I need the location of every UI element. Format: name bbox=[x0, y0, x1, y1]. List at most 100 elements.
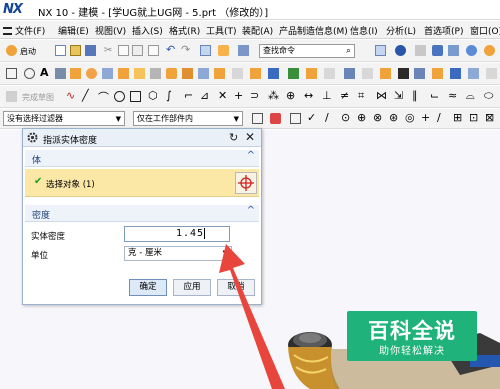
menu-window[interactable]: 窗口(O) bbox=[470, 24, 500, 37]
select-object-button[interactable] bbox=[235, 172, 257, 194]
rapid-dimension-icon[interactable]: ↔ bbox=[304, 89, 315, 102]
redo-icon[interactable]: ↷ bbox=[181, 43, 192, 56]
constraint-icon[interactable]: ⊥ bbox=[322, 89, 333, 102]
window-icon[interactable] bbox=[200, 45, 211, 56]
sew-icon[interactable] bbox=[450, 68, 461, 79]
corner-icon[interactable]: ⌙ bbox=[430, 89, 441, 102]
loft-icon[interactable] bbox=[380, 68, 391, 79]
chevron-up-icon[interactable]: ^ bbox=[247, 150, 255, 161]
trim-sketch-icon[interactable]: ✕ bbox=[218, 89, 229, 102]
command-search-input[interactable]: 查找命令 ⌕ bbox=[259, 44, 355, 58]
snap-point-icon[interactable] bbox=[270, 113, 281, 124]
point-sketch-icon[interactable]: + bbox=[234, 89, 245, 102]
cancel-button[interactable]: 取消 bbox=[217, 279, 255, 296]
mirror-curve-icon[interactable]: ⊕ bbox=[286, 89, 297, 102]
finish-sketch-button[interactable]: 完成草图 bbox=[22, 92, 54, 103]
line-icon[interactable]: ╱ bbox=[82, 89, 93, 102]
snap-icon[interactable] bbox=[484, 45, 495, 56]
chamfer-sketch-icon[interactable]: ⊿ bbox=[200, 89, 211, 102]
pattern-icon[interactable] bbox=[324, 68, 335, 79]
density-input[interactable]: 1.45 bbox=[124, 226, 230, 242]
fillet-icon[interactable]: ⌐ bbox=[184, 89, 195, 102]
bounded-grid-icon[interactable]: ⊡ bbox=[469, 111, 480, 124]
more-icon[interactable] bbox=[486, 68, 497, 79]
unit-select[interactable]: 克 - 厘米 ▼ bbox=[124, 246, 232, 261]
emboss-icon[interactable] bbox=[432, 68, 443, 79]
edge-blend-icon[interactable] bbox=[250, 68, 261, 79]
studio-spline-icon[interactable]: ∫ bbox=[166, 89, 177, 102]
subtract-icon[interactable] bbox=[182, 68, 193, 79]
arc-center-icon[interactable]: ⊛ bbox=[389, 111, 400, 124]
select-object-row[interactable]: ✔ 选择对象 (1) bbox=[25, 169, 259, 197]
hole-icon[interactable] bbox=[102, 68, 113, 79]
point-on-curve-icon[interactable]: ∕ bbox=[437, 111, 448, 124]
layout-icon[interactable] bbox=[375, 45, 386, 56]
view-icon[interactable] bbox=[448, 45, 459, 56]
search-icon[interactable]: ⌕ bbox=[346, 45, 351, 57]
trim-icon[interactable] bbox=[214, 68, 225, 79]
undo-icon[interactable]: ↶ bbox=[166, 43, 177, 56]
rib-icon[interactable] bbox=[414, 68, 425, 79]
delete-icon[interactable] bbox=[148, 45, 159, 56]
intersect-icon[interactable] bbox=[198, 68, 209, 79]
polygon-icon[interactable]: ⬡ bbox=[148, 89, 159, 102]
unite-icon[interactable] bbox=[166, 68, 177, 79]
fit-curve-icon[interactable]: ≈ bbox=[448, 89, 459, 102]
menu-pmi[interactable]: 产品制造信息(M) bbox=[279, 24, 348, 37]
draft-icon[interactable] bbox=[288, 68, 299, 79]
existing-point-icon[interactable]: + bbox=[421, 111, 432, 124]
control-point-icon[interactable]: ⊕ bbox=[357, 111, 368, 124]
quadrant-icon[interactable]: ◎ bbox=[405, 111, 416, 124]
select-all-icon[interactable] bbox=[252, 113, 263, 124]
view-cube-icon[interactable] bbox=[432, 45, 443, 56]
general-select-icon[interactable] bbox=[290, 113, 301, 124]
ellipse-icon[interactable]: ⬭ bbox=[484, 89, 495, 102]
cut-icon[interactable]: ✂ bbox=[104, 45, 115, 56]
mirror-icon[interactable] bbox=[344, 68, 355, 79]
selection-filter-select[interactable]: 没有选择过滤器 ▼ bbox=[3, 111, 125, 126]
render-icon[interactable] bbox=[395, 45, 406, 56]
grid-icon[interactable]: ⊠ bbox=[485, 111, 496, 124]
menu-assembly[interactable]: 装配(A) bbox=[242, 24, 273, 37]
shade-icon[interactable] bbox=[415, 45, 426, 56]
profile-icon[interactable]: ∿ bbox=[66, 89, 77, 102]
offset-curve-icon[interactable]: ⊃ bbox=[250, 89, 261, 102]
apply-button[interactable]: 应用 bbox=[173, 279, 211, 296]
point-icon[interactable] bbox=[24, 68, 35, 79]
menu-edit[interactable]: 编辑(E) bbox=[58, 24, 89, 37]
save-icon[interactable] bbox=[85, 45, 96, 56]
sketch-icon[interactable] bbox=[6, 68, 17, 79]
command-icon[interactable] bbox=[218, 45, 229, 56]
start-icon[interactable] bbox=[6, 45, 17, 56]
menu-view[interactable]: 视图(V) bbox=[95, 24, 126, 37]
extrude-icon[interactable] bbox=[70, 68, 81, 79]
copy-icon[interactable] bbox=[118, 45, 129, 56]
text-icon[interactable]: A bbox=[40, 66, 51, 79]
curve-rule-icon[interactable]: ✓ bbox=[307, 111, 318, 124]
pad-icon[interactable] bbox=[150, 68, 161, 79]
derived-line-icon[interactable]: ∥ bbox=[412, 89, 423, 102]
orient-icon[interactable] bbox=[466, 45, 477, 56]
scope-select[interactable]: 仅在工作部件内 ▼ bbox=[133, 111, 243, 126]
menu-format[interactable]: 格式(R) bbox=[169, 24, 200, 37]
intersect-curve-icon[interactable]: ⋈ bbox=[376, 89, 387, 102]
menu-insert[interactable]: 插入(S) bbox=[132, 24, 163, 37]
intersection-icon[interactable]: ⊗ bbox=[373, 111, 384, 124]
offset-icon[interactable] bbox=[232, 68, 243, 79]
menu-analysis[interactable]: 分析(L) bbox=[386, 24, 416, 37]
dialog-titlebar[interactable]: 指派实体密度 ↻ ✕ bbox=[23, 129, 261, 147]
ok-button[interactable]: 确定 bbox=[129, 279, 167, 296]
midpoint-icon[interactable]: ⊙ bbox=[341, 111, 352, 124]
project-curve-icon[interactable]: ⇲ bbox=[394, 89, 405, 102]
revolve-icon[interactable] bbox=[86, 68, 97, 79]
endpoint-icon[interactable]: / bbox=[325, 111, 336, 124]
pocket-icon[interactable] bbox=[134, 68, 145, 79]
auto-constraint-icon[interactable]: ≠ bbox=[340, 89, 351, 102]
open-icon[interactable] bbox=[70, 45, 81, 56]
menu-info[interactable]: 信息(I) bbox=[350, 24, 378, 37]
shape-icon[interactable] bbox=[55, 68, 66, 79]
point-on-face-icon[interactable]: ⊞ bbox=[453, 111, 464, 124]
finder-icon[interactable] bbox=[238, 45, 249, 56]
circle-icon[interactable] bbox=[114, 91, 125, 102]
start-button[interactable]: 启动 bbox=[20, 46, 36, 57]
